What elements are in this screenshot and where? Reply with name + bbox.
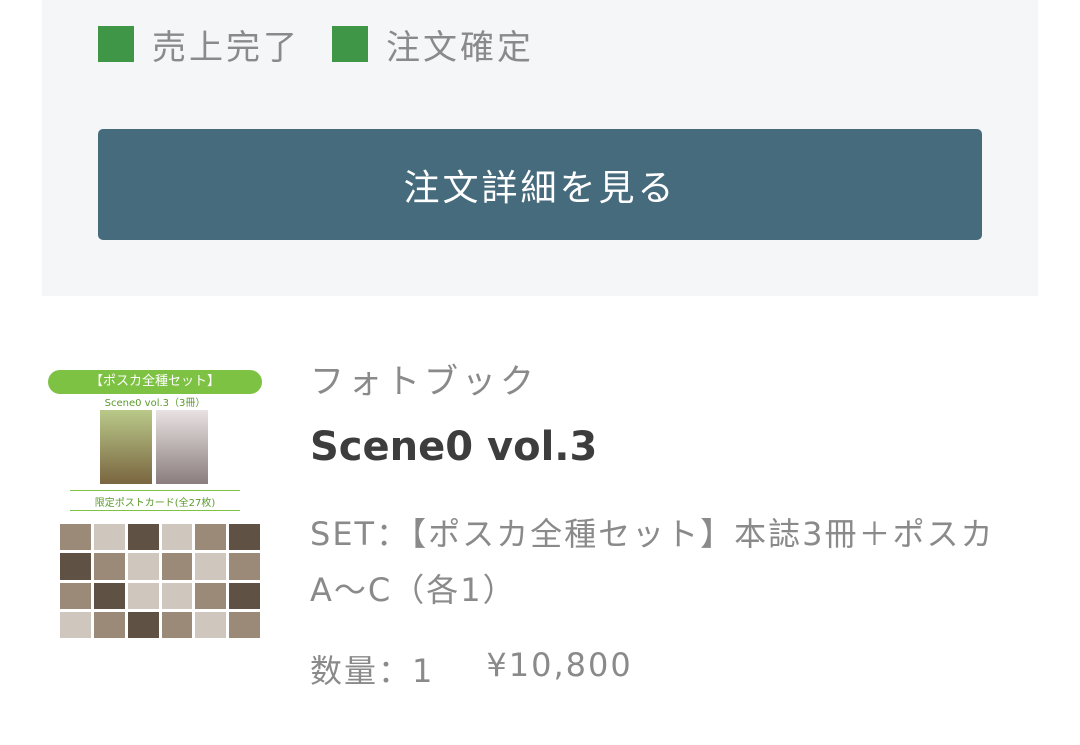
postcard-image (195, 524, 227, 551)
postcard-image (161, 611, 193, 638)
postcard-image (93, 553, 125, 580)
postcard-image (60, 553, 91, 580)
status-item-order-confirmed: 注文確定 (332, 20, 534, 69)
order-detail-button[interactable]: 注文詳細を見る (98, 129, 982, 240)
postcard-image (93, 611, 125, 638)
quantity-text: 数量：1 (310, 652, 435, 690)
postcard-image (161, 524, 193, 551)
status-label: 注文確定 (386, 27, 534, 68)
postcard-image (229, 524, 260, 551)
postcard-image (161, 582, 193, 609)
product-variant: SET：【ポスカ全種セット】本誌3冊＋ポスカA〜C（各1） (310, 515, 995, 609)
postcard-image (60, 582, 91, 609)
postcard-image (229, 582, 260, 609)
postcard-image (195, 611, 227, 638)
thumbnail-banner: 【ポスカ全種セット】 (48, 370, 262, 394)
product-name[interactable]: Scene0 vol.3 (310, 424, 597, 470)
postcard-image (195, 553, 227, 580)
postcard-image (93, 582, 125, 609)
status-square-icon (332, 26, 368, 62)
postcard-image (127, 553, 159, 580)
status-square-icon (98, 26, 134, 62)
postcard-image (229, 611, 260, 638)
price-text: ¥10,800 (486, 646, 633, 684)
order-status-panel: 売上完了 注文確定 注文詳細を見る (42, 0, 1038, 296)
quantity-price-row: 数量：1 ¥10,800 (310, 646, 633, 692)
product-thumbnail[interactable]: 【ポスカ全種セット】 Scene0 vol.3（3冊） 限定ポストカード(全27… (46, 368, 264, 640)
postcard-image (60, 524, 91, 551)
status-row: 売上完了 注文確定 (98, 20, 566, 69)
postcard-image (127, 611, 159, 638)
postcard-image (127, 524, 159, 551)
postcard-image (229, 553, 260, 580)
postcard-grid (60, 524, 260, 638)
divider (70, 490, 240, 491)
status-item-sales-complete: 売上完了 (98, 20, 300, 69)
status-label: 売上完了 (152, 27, 300, 68)
postcard-image (195, 582, 227, 609)
divider (70, 510, 240, 511)
postcard-image (127, 582, 159, 609)
postcard-image (93, 524, 125, 551)
magazine-cover-image (100, 410, 152, 484)
thumbnail-subtitle-2: 限定ポストカード(全27枚) (94, 498, 216, 509)
magazine-cover-image (156, 410, 208, 484)
thumbnail-subtitle: Scene0 vol.3（3冊） (104, 398, 206, 409)
postcard-image (60, 611, 91, 638)
postcard-image (161, 553, 193, 580)
product-category: フォトブック (310, 362, 538, 402)
